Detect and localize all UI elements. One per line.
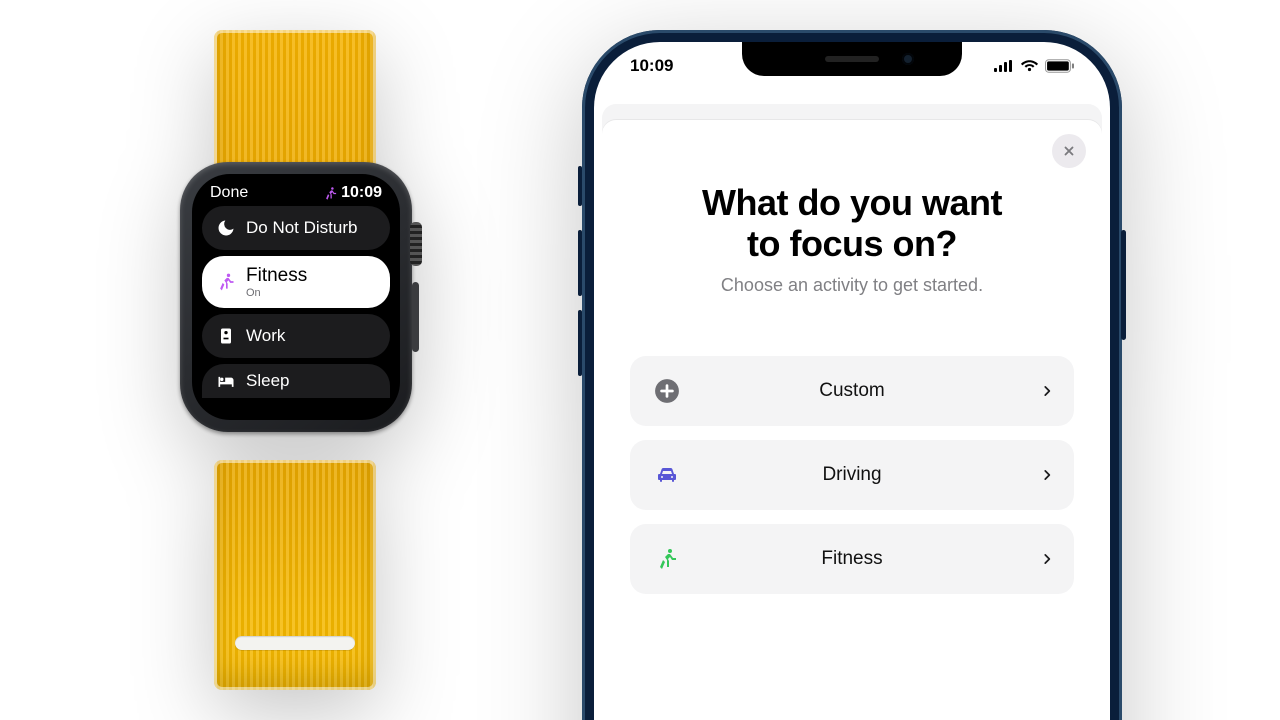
focus-item-label: Work [246, 326, 285, 346]
moon-icon [216, 218, 236, 238]
close-button[interactable] [1052, 134, 1086, 168]
runner-icon [655, 547, 679, 571]
front-camera [902, 53, 914, 65]
speaker [825, 56, 879, 62]
focus-item-label: Sleep [246, 371, 289, 391]
option-fitness[interactable]: Fitness [630, 524, 1074, 594]
focus-item-dnd[interactable]: Do Not Disturb [202, 206, 390, 250]
option-custom[interactable]: Custom [630, 356, 1074, 426]
page-title: What do you want to focus on? [636, 182, 1068, 265]
focus-options: Custom Driving Fitness [626, 356, 1078, 594]
volume-up[interactable] [578, 230, 582, 296]
focus-item-sub: On [246, 288, 307, 299]
iphone: 10:09 What do you want to focus on? Choo… [582, 30, 1122, 720]
notch [742, 42, 962, 76]
digital-crown[interactable] [410, 222, 422, 266]
status-icons [994, 56, 1074, 76]
chevron-right-icon [1040, 464, 1054, 486]
volume-down[interactable] [578, 310, 582, 376]
focus-item-label: Do Not Disturb [246, 218, 357, 238]
option-driving[interactable]: Driving [630, 440, 1074, 510]
plus-circle-icon [654, 378, 680, 404]
close-icon [1062, 144, 1076, 158]
option-label: Driving [682, 464, 1052, 486]
focus-item-sleep[interactable]: Sleep [202, 364, 390, 398]
chevron-right-icon [1040, 380, 1054, 402]
phone-time: 10:09 [630, 56, 673, 76]
focus-item-work[interactable]: Work [202, 314, 390, 358]
battery-icon [1045, 59, 1074, 73]
bed-icon [216, 371, 236, 391]
focus-setup-sheet: What do you want to focus on? Choose an … [602, 120, 1102, 720]
watch-case: Done 10:09 Do Not Disturb Fitness On [180, 162, 412, 432]
watch-time: 10:09 [341, 184, 382, 202]
watch-status-bar: Done 10:09 [202, 184, 390, 206]
side-button[interactable] [412, 282, 419, 352]
chevron-right-icon [1040, 548, 1054, 570]
ring-switch[interactable] [578, 166, 582, 206]
wifi-icon [1020, 59, 1039, 73]
runner-icon [216, 272, 236, 292]
focus-list[interactable]: Do Not Disturb Fitness On Work Sleep [202, 206, 390, 410]
cellular-icon [994, 59, 1014, 73]
option-label: Custom [682, 380, 1052, 402]
car-icon [653, 463, 681, 487]
fitness-status-icon [323, 186, 338, 201]
page-subtitle: Choose an activity to get started. [626, 275, 1078, 296]
side-button[interactable] [1121, 230, 1126, 340]
phone-screen: 10:09 What do you want to focus on? Choo… [594, 42, 1110, 720]
done-button[interactable]: Done [210, 184, 248, 202]
watch-band-bottom [214, 460, 376, 690]
apple-watch: Done 10:09 Do Not Disturb Fitness On [165, 40, 425, 680]
badge-icon [216, 326, 236, 346]
watch-screen: Done 10:09 Do Not Disturb Fitness On [192, 174, 400, 420]
option-label: Fitness [682, 548, 1052, 570]
focus-item-fitness[interactable]: Fitness On [202, 256, 390, 308]
focus-item-label: Fitness [246, 265, 307, 286]
